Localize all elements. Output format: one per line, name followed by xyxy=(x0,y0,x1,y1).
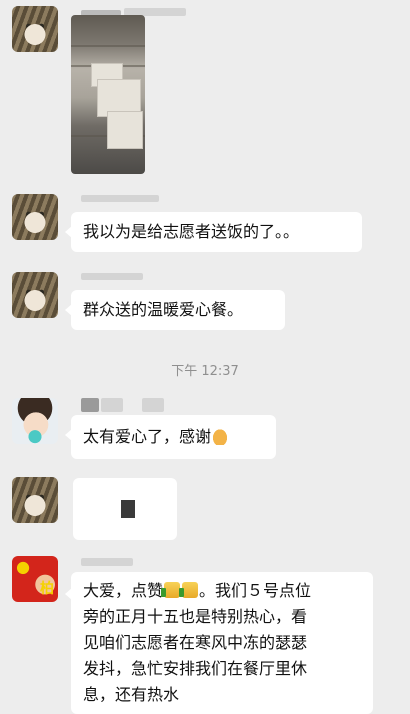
message-bubble[interactable]: 太有爱心了，感谢 xyxy=(65,415,276,459)
sender-name-redacted xyxy=(101,398,123,412)
message-line: 息，还有热水 xyxy=(83,685,180,704)
sender-name-redacted xyxy=(81,558,133,566)
message-line: 发抖，急忙安排我们在餐厅里休 xyxy=(83,659,308,678)
sender-name-redacted xyxy=(142,398,164,412)
message-line: 大爱，点赞 。我们５号点位 xyxy=(83,581,312,600)
message-line: 见咱们志愿者在寒风中冻的瑟瑟 xyxy=(83,633,308,652)
redaction-mark xyxy=(121,500,135,518)
sender-avatar[interactable] xyxy=(12,272,58,318)
sender-name-redacted xyxy=(81,273,143,280)
message-bubble[interactable]: 我以为是给志愿者送饭的了。。 xyxy=(65,212,362,252)
message-bubble[interactable]: 群众送的温暖爱心餐。 xyxy=(65,290,285,330)
shared-photo[interactable] xyxy=(71,15,145,174)
thumbs-up-icon xyxy=(179,582,199,598)
sender-name-redacted xyxy=(81,195,159,202)
sender-avatar[interactable] xyxy=(12,398,58,444)
message-bubble[interactable]: 大爱，点赞 。我们５号点位 旁的正月十五也是特别热心，看 见咱们志愿者在寒风中冻的… xyxy=(65,572,373,714)
sender-avatar[interactable] xyxy=(12,194,58,240)
thumbs-up-icon xyxy=(161,582,181,598)
avatar-glyph: 柏 xyxy=(40,581,54,597)
sender-name-redacted xyxy=(81,398,99,412)
message-text: 太有爱心了，感谢 xyxy=(83,427,212,446)
sender-avatar[interactable]: 柏 xyxy=(12,556,58,602)
sender-avatar[interactable] xyxy=(12,477,58,523)
message-line: 旁的正月十五也是特别热心，看 xyxy=(83,607,308,626)
pray-emoji-icon xyxy=(211,427,230,445)
redacted-message[interactable] xyxy=(73,478,177,540)
chat-timestamp: 下午 12:37 xyxy=(171,364,239,379)
message-text: 我以为是给志愿者送饭的了。。 xyxy=(83,222,300,241)
sender-avatar[interactable] xyxy=(12,6,58,52)
message-text: 群众送的温暖爱心餐。 xyxy=(83,300,244,319)
